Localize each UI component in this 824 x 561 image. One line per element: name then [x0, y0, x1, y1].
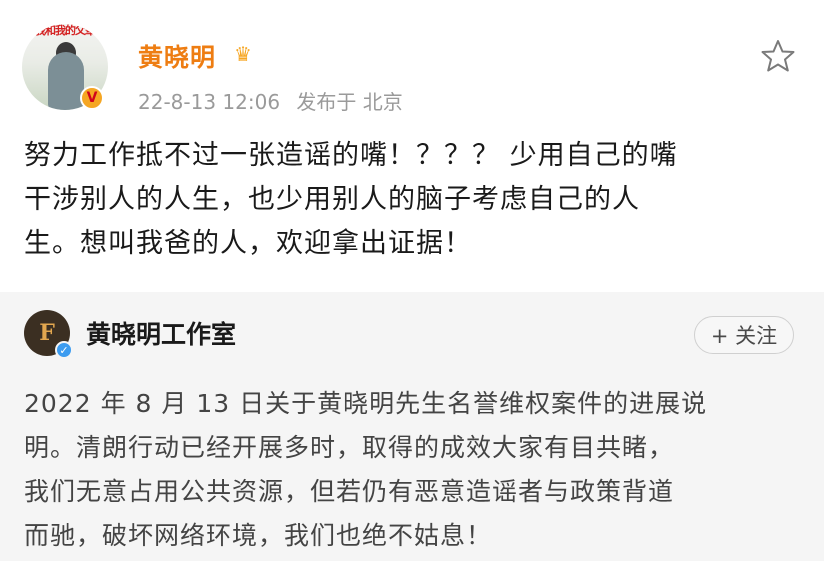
- verified-badge-icon: ✓: [55, 341, 73, 359]
- star-outline-icon[interactable]: [760, 38, 796, 74]
- post-body-line: 生。想叫我爸的人，欢迎拿出证据！: [24, 228, 472, 259]
- post-date: 22-8-13 12:06: [138, 90, 281, 114]
- post-body: 努力工作抵不过一张造谣的嘴！？？？ 少用自己的嘴 干涉别人的人生，也少用别人的脑…: [24, 134, 804, 266]
- post-meta: 22-8-13 12:06 发布于 北京: [138, 86, 413, 115]
- quoted-body-line: 我们无意占用公共资源，但若仍有恶意造谣者与政策背道: [24, 477, 675, 506]
- post-body-line: 努力工作抵不过一张造谣的嘴！？？？ 少用自己的嘴: [24, 140, 678, 171]
- post-location: 发布于 北京: [296, 90, 403, 114]
- quoted-body-line: 而驰，破坏网络环境，我们也绝不姑息！: [24, 521, 493, 550]
- weibo-post: 我和我的父辈 V 黄晓明 ♛ 22-8-13 12:06 发布于 北京 努力工作…: [0, 0, 824, 292]
- quoted-post[interactable]: F ✓ 黄晓明工作室 + 关注 2022 年 8 月 13 日关于黄晓明先生名誉…: [0, 292, 824, 561]
- quoted-username[interactable]: 黄晓明工作室: [86, 315, 236, 351]
- quoted-body-line: 2022 年 8 月 13 日关于黄晓明先生名誉维权案件的进展说: [24, 389, 708, 418]
- weibo-v-badge-icon: V: [80, 86, 104, 110]
- crown-icon: ♛: [234, 42, 252, 66]
- post-username[interactable]: 黄晓明: [138, 38, 216, 74]
- avatar-figure-body: [48, 52, 84, 110]
- follow-button[interactable]: + 关注: [694, 316, 794, 354]
- quoted-body-line: 明。清朗行动已经开展多时，取得的成效大家有目共睹，: [24, 433, 675, 462]
- quoted-body: 2022 年 8 月 13 日关于黄晓明先生名誉维权案件的进展说 明。清朗行动已…: [24, 382, 814, 558]
- avatar-caption: 我和我的父辈: [35, 24, 96, 37]
- post-body-line: 干涉别人的人生，也少用别人的脑子考虑自己的人: [24, 184, 640, 215]
